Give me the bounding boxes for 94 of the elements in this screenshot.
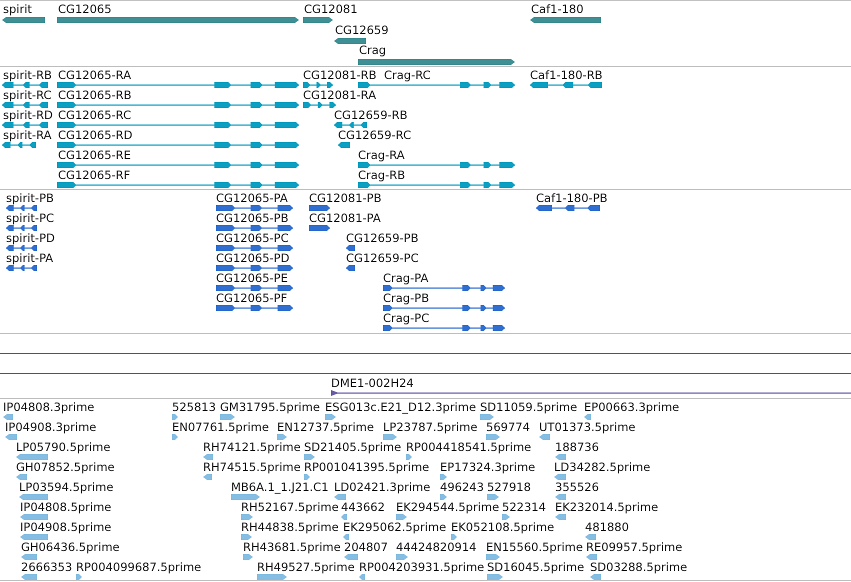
feature-label: UT01373.5prime	[539, 420, 636, 434]
feature-label: CG12065-PB	[216, 211, 288, 225]
feature-label: CG12065	[58, 2, 112, 16]
feature-label: spirit-RB	[3, 68, 52, 82]
feature-label: spirit-RA	[3, 128, 52, 142]
feature-label: SD11059.5prime	[480, 400, 578, 414]
feature-label: CG12659-RB	[334, 108, 408, 122]
feature-label: CG12659	[335, 23, 389, 37]
feature-label: CG12065-RA	[58, 68, 132, 82]
feature-label: Crag	[359, 43, 386, 57]
feature-label: SD03288.5prime	[590, 560, 688, 574]
feature-label: spirit-RD	[3, 108, 53, 122]
feature-label: 355526	[555, 480, 599, 494]
feature-label: DME1-002H24	[331, 376, 414, 390]
feature-label: CG12659-RC	[338, 128, 412, 142]
feature-label: EN12737.5prime	[277, 420, 374, 434]
feature-label: EN15560.5prime	[486, 540, 583, 554]
feature-label: RH74515.5prime	[203, 460, 301, 474]
feature-label: EK232014.5prime	[555, 500, 658, 514]
feature-label: 44424820914	[396, 540, 476, 554]
feature-label: spirit-RC	[3, 88, 52, 102]
feature-label: RE09957.5prime	[586, 540, 682, 554]
feature-label: CG12659-PB	[346, 231, 418, 245]
feature-label: EK052108.5prime	[451, 520, 554, 534]
feature-label: LP03594.5prime	[19, 480, 114, 494]
feature-label: Crag-PB	[383, 291, 430, 305]
feature-label: GH07852.5prime	[16, 460, 115, 474]
feature-label: IP04908.3prime	[5, 420, 96, 434]
feature-label: EP17324.3prime	[440, 460, 536, 474]
feature-label: CG12081-RA	[303, 88, 376, 102]
feature-label: 481880	[585, 520, 629, 534]
feature-label: 443662	[341, 500, 385, 514]
feature-label: CG12065-RF	[58, 168, 130, 182]
feature-label: EP00663.3prime	[584, 400, 680, 414]
feature-label: Crag-PC	[383, 311, 430, 325]
feature-label: GM31795.5prime	[220, 400, 320, 414]
feature-label: 527918	[487, 480, 531, 494]
feature-label: 522314	[502, 500, 546, 514]
feature-label: CG12081	[304, 2, 358, 16]
feature-label: 188736	[555, 440, 599, 454]
feature-label: RH49527.5prime	[257, 560, 355, 574]
feature-label: Crag-PA	[383, 271, 428, 285]
feature-label: spirit-PB	[6, 191, 54, 205]
feature-label: CG12065-PD	[216, 251, 290, 265]
feature-label: 204807	[344, 540, 388, 554]
feature-label: EK295062.5prime	[343, 520, 446, 534]
feature-label: 525813	[172, 400, 216, 414]
feature-label: EN07761.5prime	[172, 420, 269, 434]
feature-label: RH44838.5prime	[241, 520, 339, 534]
feature-label: SD16045.5prime	[487, 560, 584, 574]
feature-label: spirit	[3, 2, 32, 16]
feature-label: CG12065-PE	[216, 271, 288, 285]
feature-label: IP04808.3prime	[3, 400, 94, 414]
feature-label: 2666353	[21, 560, 72, 574]
feature-label: RP004418541.5prime	[406, 440, 532, 454]
feature-label: CG12065-PA	[216, 191, 288, 205]
feature-label: 496243	[440, 480, 484, 494]
feature-label: RH74121.5prime	[203, 440, 301, 454]
feature-label: Crag-RB	[358, 168, 406, 182]
feature-label: IP04908.5prime	[20, 520, 112, 534]
feature-label: LD02421.3prime	[334, 480, 430, 494]
feature-label: RP004099687.5prime	[76, 560, 202, 574]
feature-label: Crag-RC	[384, 68, 431, 82]
feature-label: EK294544.5prime	[396, 500, 500, 514]
feature-label: CG12065-RC	[58, 108, 132, 122]
feature-label: spirit-PD	[6, 231, 55, 245]
feature-label: CG12081-RB	[303, 68, 377, 82]
feature-label: CG12081-PB	[309, 191, 382, 205]
feature-label: CG12065-PC	[216, 231, 289, 245]
feature-label: spirit-PA	[6, 251, 54, 265]
feature-label: LD34282.5prime	[554, 460, 650, 474]
feature-label: IP04808.5prime	[20, 500, 112, 514]
feature-label: Caf1-180	[531, 2, 584, 16]
feature-label: CG12065-RE	[58, 148, 131, 162]
feature-label: CG12081-PA	[309, 211, 381, 225]
feature-label: LP23787.5prime	[383, 420, 478, 434]
feature-label: Crag-RA	[358, 148, 405, 162]
feature-label: spirit-PC	[6, 211, 54, 225]
feature-label: CG12065-RB	[58, 88, 132, 102]
feature-label: LP05790.5prime	[16, 440, 110, 454]
feature-label: ESG013c.E21_D12.3prime	[325, 400, 476, 414]
feature-label: Caf1-180-PB	[536, 191, 608, 205]
feature-label: 569774	[486, 420, 530, 434]
feature-label: SD21405.5prime	[304, 440, 402, 454]
feature-label: Caf1-180-RB	[530, 68, 603, 82]
feature-label: CG12065-PF	[216, 291, 288, 305]
feature-label: RP001041395.5prime	[304, 460, 430, 474]
feature-label: RH43681.5prime	[243, 540, 341, 554]
feature-label: RH52167.5prime	[241, 500, 339, 514]
feature-label: RP004203931.5prime	[359, 560, 484, 574]
feature-label: CG12065-RD	[58, 128, 133, 142]
feature-label: CG12659-PC	[346, 251, 419, 265]
feature-label: GH06436.5prime	[21, 540, 120, 554]
feature-label: MB6A.1_1.J21.C1	[231, 480, 329, 494]
